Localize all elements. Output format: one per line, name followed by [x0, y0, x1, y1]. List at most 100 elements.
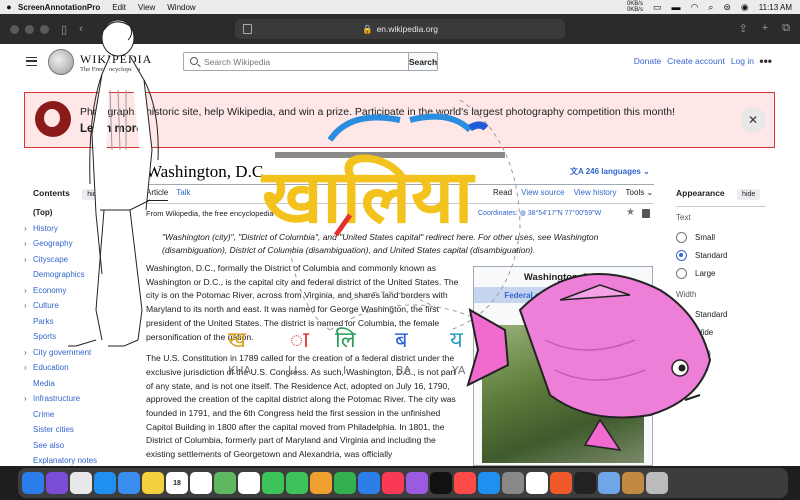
radio-small[interactable]	[676, 231, 687, 243]
toc-item[interactable]: Explanatory notes	[24, 456, 134, 466]
tab-overview-icon[interactable]: ⧉	[782, 22, 790, 35]
dock-tv-icon[interactable]	[430, 472, 452, 494]
width-standard[interactable]: Standard	[676, 305, 776, 323]
dock-keynote-icon[interactable]	[358, 472, 380, 494]
control-center-icon[interactable]: ⊜	[723, 2, 731, 13]
close-window-icon[interactable]	[10, 24, 19, 34]
dock-reminders-icon[interactable]	[190, 472, 212, 494]
menu-edit[interactable]: Edit	[112, 3, 126, 12]
dock-system-settings-icon[interactable]	[502, 472, 524, 494]
battery-icon[interactable]: ▬	[671, 2, 680, 12]
dock-numbers-icon[interactable]	[334, 472, 356, 494]
dock-pages-icon[interactable]	[310, 472, 332, 494]
tab-view-source[interactable]: View source	[521, 188, 564, 197]
close-banner-icon[interactable]: ✕	[740, 107, 766, 133]
dock-app-store-icon[interactable]	[478, 472, 500, 494]
sidebar-toggle-icon[interactable]: ▯	[61, 23, 67, 36]
dock-maps-icon[interactable]	[214, 472, 236, 494]
chevron-right-icon[interactable]: ›	[24, 363, 27, 372]
menu-view[interactable]: View	[138, 3, 155, 12]
featured-star-icon[interactable]: ★	[626, 207, 635, 218]
radio-standard[interactable]	[676, 249, 687, 261]
text-size-small[interactable]: Small	[676, 228, 776, 246]
chevron-right-icon[interactable]: ›	[24, 394, 27, 403]
address-bar[interactable]: 🔒 en.wikipedia.org	[235, 19, 565, 39]
toc-item[interactable]: › Education	[24, 363, 134, 379]
dock-news-icon[interactable]	[454, 472, 476, 494]
more-options-icon[interactable]: •••	[759, 54, 772, 68]
dock-podcasts-icon[interactable]	[406, 472, 428, 494]
wikipedia-globe-logo[interactable]	[48, 49, 74, 75]
width-wide[interactable]: Wide	[676, 323, 776, 341]
toc-item[interactable]: Sister cities	[24, 425, 134, 441]
chevron-right-icon[interactable]: ›	[24, 224, 27, 233]
radio-large[interactable]	[676, 267, 687, 279]
app-menu[interactable]: ScreenAnnotationPro	[18, 3, 100, 12]
city-photo-collage[interactable]	[482, 325, 644, 463]
dock-launchpad-icon[interactable]	[70, 472, 92, 494]
dock-brave-icon[interactable]	[550, 472, 572, 494]
toc-item[interactable]: Crime	[24, 410, 134, 426]
radio-width-standard[interactable]	[676, 308, 687, 320]
protection-lock-icon[interactable]	[642, 209, 650, 218]
toc-item[interactable]: › Geography	[24, 239, 134, 255]
toc-item[interactable]: See also	[24, 441, 134, 457]
siri-icon[interactable]: ◉	[741, 2, 749, 13]
toc-hide-button[interactable]: hide	[82, 189, 106, 200]
coordinates[interactable]: Coordinates: ◍ 38°54′17″N 77°00′59″W	[478, 209, 601, 217]
appearance-hide-button[interactable]: hide	[737, 189, 761, 200]
tab-read[interactable]: Read	[493, 188, 512, 197]
wikipedia-wordmark[interactable]: WIKIPEDIA	[80, 52, 152, 67]
login-link[interactable]: Log in	[731, 56, 754, 66]
dock-finder-icon[interactable]	[22, 472, 44, 494]
dock-facetime-icon[interactable]	[262, 472, 284, 494]
languages-button[interactable]: 文A 246 languages ⌄	[570, 166, 650, 177]
infobox-subtitle[interactable]: Federal capital city and district	[474, 287, 652, 303]
text-size-standard[interactable]: Standard	[676, 246, 776, 264]
toc-item[interactable]: Media	[24, 379, 134, 395]
toc-item[interactable]: › History	[24, 224, 134, 240]
toc-item[interactable]: Sports	[24, 332, 134, 348]
dock-notes-icon[interactable]	[142, 472, 164, 494]
toc-item[interactable]: › Infrastructure	[24, 394, 134, 410]
toc-item[interactable]: › Cityscape	[24, 255, 134, 271]
spotlight-icon[interactable]: ⌕	[708, 2, 713, 13]
dock-siri-icon[interactable]	[46, 472, 68, 494]
display-icon[interactable]: ▭	[653, 2, 662, 13]
dock-mail-icon[interactable]	[118, 472, 140, 494]
chevron-right-icon[interactable]: ›	[24, 255, 27, 264]
chevron-right-icon[interactable]: ›	[24, 286, 27, 295]
minimize-window-icon[interactable]	[25, 24, 34, 34]
menu-window[interactable]: Window	[167, 3, 195, 12]
share-icon[interactable]: ⇪	[738, 22, 747, 35]
toc-item[interactable]: › Culture	[24, 301, 134, 317]
wifi-icon[interactable]: ◠	[690, 2, 698, 13]
dock-trash-icon[interactable]	[646, 472, 668, 494]
toc-item[interactable]: › City government	[24, 348, 134, 364]
chevron-right-icon[interactable]: ›	[24, 239, 27, 248]
toc-item[interactable]: (Top)	[24, 208, 134, 224]
tools-menu[interactable]: Tools ⌄	[626, 188, 654, 197]
search-input[interactable]: Search Wikipedia	[183, 52, 409, 71]
toc-item[interactable]: Demographics	[24, 270, 134, 286]
zoom-window-icon[interactable]	[40, 24, 49, 34]
chevron-right-icon[interactable]: ›	[24, 301, 27, 310]
apple-icon[interactable]: ●	[0, 2, 18, 12]
clock[interactable]: 11:13 AM	[759, 3, 792, 12]
main-menu-icon[interactable]	[26, 57, 37, 66]
dock-preview-icon[interactable]	[598, 472, 620, 494]
dock-calendar-icon[interactable]: 18	[166, 472, 188, 494]
learn-more-link[interactable]: Learn more	[80, 123, 143, 135]
dock-messages-icon[interactable]	[286, 472, 308, 494]
donate-link[interactable]: Donate	[634, 56, 661, 66]
toc-item[interactable]: Parks	[24, 317, 134, 333]
tab-talk[interactable]: Talk	[176, 188, 190, 201]
radio-width-wide[interactable]	[676, 326, 687, 338]
new-tab-icon[interactable]: +	[762, 22, 768, 35]
tab-article[interactable]: Article	[146, 188, 169, 201]
search-button[interactable]: Search	[408, 52, 438, 71]
dock-safari-icon[interactable]	[94, 472, 116, 494]
create-account-link[interactable]: Create account	[667, 56, 725, 66]
toc-item[interactable]: › Economy	[24, 286, 134, 302]
dock-archive-icon[interactable]	[622, 472, 644, 494]
